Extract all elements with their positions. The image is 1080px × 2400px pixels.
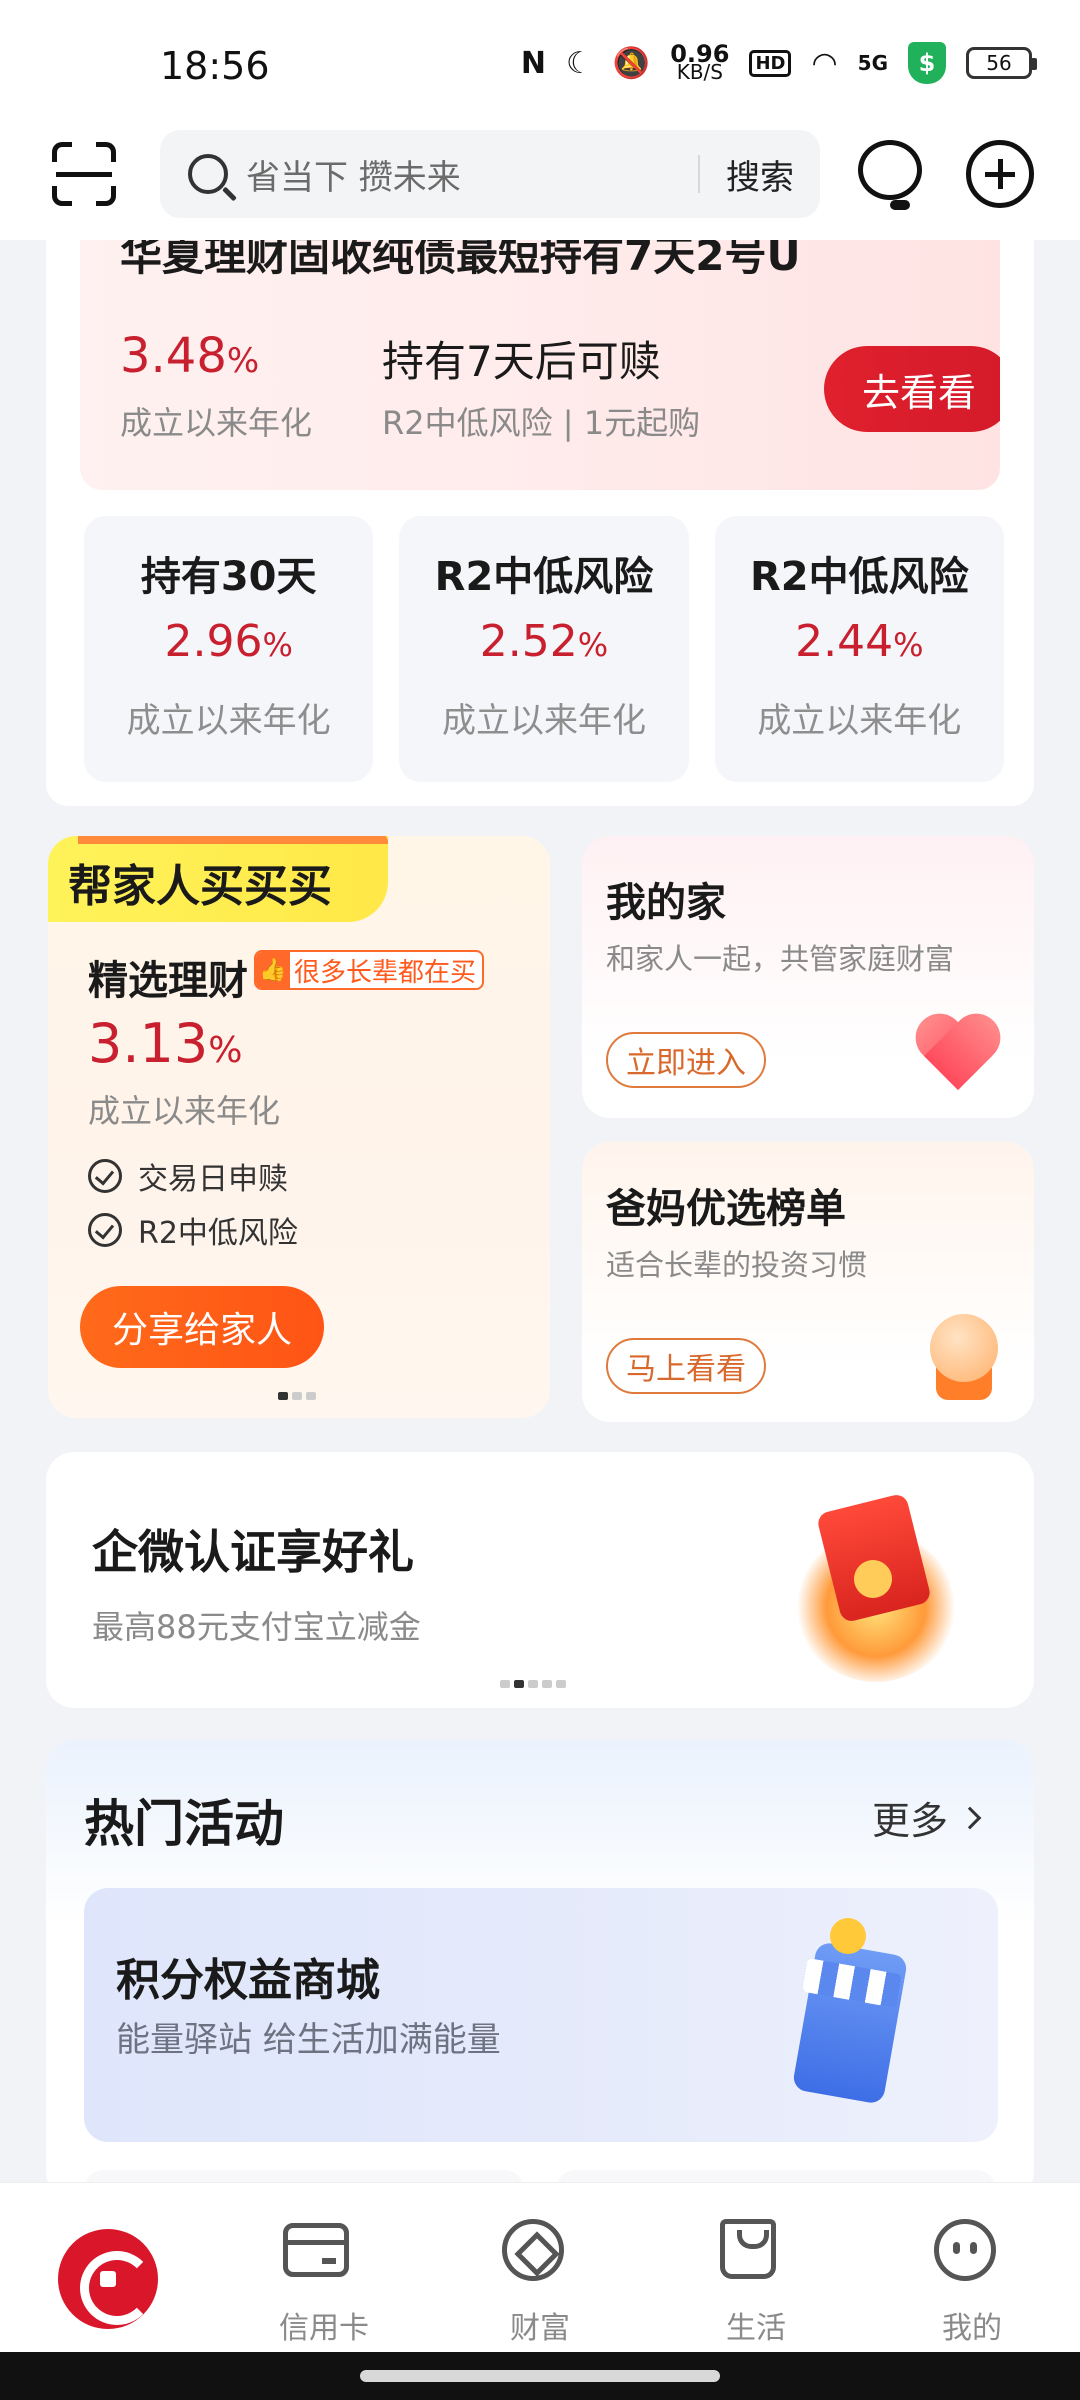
promo-banner[interactable]: 企微认证享好礼 最高88元支付宝立减金 [46, 1452, 1034, 1708]
mini-product-title: R2中低风险 [434, 554, 654, 600]
featured-rate: 3.48% [120, 328, 260, 384]
my-home-title: 我的家 [606, 880, 726, 926]
status-icons: N ☾ 🔕 0.96 KB/S HD ◠ 5G $ 56 [520, 40, 1037, 84]
parents-pick-card[interactable]: 爸妈优选榜单 适合长辈的投资习惯 马上看看 [582, 1142, 1034, 1422]
mini-product-title: R2中低风险 [750, 554, 969, 600]
go-see-button[interactable]: 去看看 [824, 346, 1000, 432]
smiley-icon [934, 2219, 996, 2281]
mini-product-title: 持有30天 [140, 554, 317, 600]
wealth-icon [502, 2219, 564, 2281]
family-rate: 3.13% [88, 1012, 243, 1075]
red-envelope-icon [766, 1472, 986, 1682]
medal-icon [928, 1314, 1000, 1400]
battery-icon: 56 [966, 47, 1037, 79]
search-icon [188, 154, 228, 194]
top-header: 省当下 攒未来 搜索 [0, 130, 1080, 240]
share-to-family-button[interactable]: 分享给家人 [80, 1286, 324, 1368]
signal-icon: 5G [857, 51, 888, 75]
mini-products-row: 持有30天 2.96% 成立以来年化 R2中低风险 2.52% 成立以来年化 R… [84, 516, 1004, 782]
mini-product-rate: 2.44% [795, 616, 924, 667]
hd-icon: HD [749, 49, 792, 77]
parents-pick-subtitle: 适合长辈的投资习惯 [606, 1248, 868, 1282]
my-home-card[interactable]: 我的家 和家人一起，共管家庭财富 立即进入 [582, 836, 1034, 1118]
add-icon[interactable] [966, 140, 1034, 208]
more-link[interactable]: 更多 [872, 1790, 982, 1845]
nav-home[interactable] [0, 2183, 216, 2352]
mini-product-label: 成立以来年化 [441, 701, 646, 741]
family-tag: 帮家人买买买 [48, 836, 388, 922]
promo-subtitle: 最高88元支付宝立减金 [92, 1608, 421, 1646]
featured-product[interactable]: 华夏理财固收纯债最短持有7天2号U 3.48% 成立以来年化 持有7天后可赎 R… [80, 230, 1000, 490]
family-product-name: 精选理财 [88, 958, 248, 1004]
nav-life[interactable]: 生活 [648, 2183, 864, 2352]
mini-product[interactable]: 持有30天 2.96% 成立以来年化 [84, 516, 374, 782]
wealth-products-card: 华夏理财固收纯债最短持有7天2号U 3.48% 成立以来年化 持有7天后可赎 R… [46, 230, 1034, 806]
nav-label: 我的 [942, 2311, 1002, 2346]
nfc-icon: N [520, 45, 546, 81]
mute-icon: 🔕 [612, 45, 651, 81]
banner-dots [500, 1680, 566, 1688]
my-home-subtitle: 和家人一起，共管家庭财富 [606, 942, 955, 976]
mini-product-label: 成立以来年化 [757, 701, 962, 741]
mini-product-rate: 2.52% [479, 616, 609, 667]
check-circle-icon [88, 1213, 122, 1247]
bank-logo-icon [58, 2229, 158, 2329]
view-now-button[interactable]: 马上看看 [606, 1338, 766, 1394]
family-rate-label: 成立以来年化 [88, 1092, 281, 1130]
nav-label: 财富 [510, 2311, 570, 2346]
parents-pick-title: 爸妈优选榜单 [606, 1186, 846, 1232]
mini-product[interactable]: R2中低风险 2.52% 成立以来年化 [399, 516, 689, 782]
hot-activities-title: 热门活动 [84, 1795, 284, 1853]
status-time: 18:56 [160, 44, 270, 88]
nav-credit-card[interactable]: 信用卡 [216, 2183, 432, 2352]
points-mall-banner[interactable]: 积分权益商城 能量驿站 给生活加满能量 [84, 1888, 998, 2142]
net-speed: 0.96 KB/S [670, 40, 730, 84]
heart-icon [918, 1016, 1004, 1096]
promo-title: 企微认证享好礼 [92, 1525, 414, 1579]
mini-product[interactable]: R2中低风险 2.44% 成立以来年化 [714, 516, 1004, 782]
points-mall-title: 积分权益商城 [116, 1955, 380, 2006]
family-buy-card[interactable]: 帮家人买买买 精选理财 👍 很多长辈都在买 3.13% 成立以来年化 交易日申赎… [48, 836, 550, 1418]
mini-product-label: 成立以来年化 [126, 701, 331, 741]
home-indicator[interactable] [360, 2370, 720, 2382]
thumbs-up-icon: 👍 [256, 952, 290, 988]
search-button[interactable]: 搜索 [700, 150, 820, 199]
shop-icon [790, 1918, 920, 2118]
status-bar: 18:56 N ☾ 🔕 0.96 KB/S HD ◠ 5G $ 56 [0, 0, 1080, 130]
bottom-nav: 信用卡 财富 生活 我的 [0, 2182, 1080, 2352]
nav-wealth[interactable]: 财富 [432, 2183, 648, 2352]
nav-label: 生活 [726, 2311, 786, 2346]
scan-button[interactable] [52, 142, 116, 206]
nav-mine[interactable]: 我的 [864, 2183, 1080, 2352]
check-circle-icon [88, 1159, 122, 1193]
credit-card-icon [283, 2223, 349, 2277]
mini-product-rate: 2.96% [164, 616, 293, 667]
shopping-bag-icon [720, 2219, 776, 2279]
nav-label: 信用卡 [279, 2311, 369, 2346]
hot-activities-section: 热门活动 更多 积分权益商城 能量驿站 给生活加满能量 [46, 1740, 1034, 2200]
moon-icon: ☾ [565, 45, 593, 81]
featured-risk-text: R2中低风险 | 1元起购 [382, 404, 701, 442]
enter-now-button[interactable]: 立即进入 [606, 1032, 766, 1088]
wifi-icon: ◠ [811, 45, 838, 81]
featured-rate-label: 成立以来年化 [120, 404, 313, 442]
popular-badge: 👍 很多长辈都在买 [254, 950, 485, 990]
shield-icon: $ [908, 42, 946, 84]
customer-service-icon[interactable] [852, 140, 928, 216]
search-bar[interactable]: 省当下 攒未来 搜索 [160, 130, 820, 218]
points-mall-subtitle: 能量驿站 给生活加满能量 [116, 2020, 501, 2060]
featured-hold-text: 持有7天后可赎 [382, 337, 661, 386]
feature-item: R2中低风险 [88, 1208, 298, 1252]
search-input[interactable]: 省当下 攒未来 [246, 150, 698, 199]
feature-item: 交易日申赎 [88, 1154, 288, 1198]
chevron-right-icon [958, 1806, 982, 1829]
carousel-dots [278, 1392, 316, 1400]
